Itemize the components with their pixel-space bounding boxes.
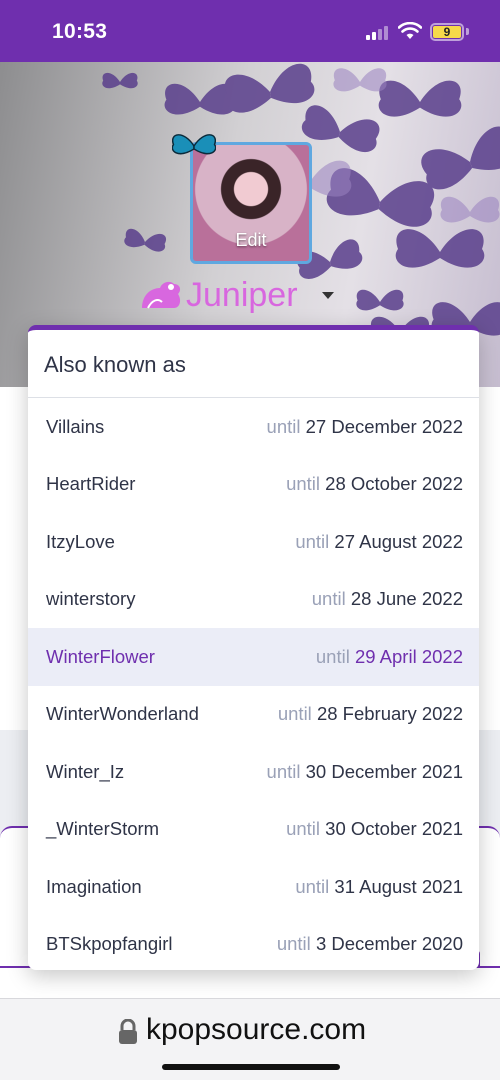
- aka-until-label: until 30 October 2021: [286, 818, 463, 840]
- aka-date: 28 February 2022: [316, 703, 463, 725]
- aka-date: 28 June 2022: [350, 588, 463, 610]
- until-word: until: [315, 645, 350, 667]
- battery-tip: [466, 28, 469, 35]
- aka-until-label: until 31 August 2021: [295, 876, 463, 898]
- battery-icon: 9: [430, 23, 464, 41]
- aka-date: 27 August 2022: [334, 530, 463, 552]
- aka-name: winterstory: [46, 588, 136, 610]
- aka-name: WinterFlower: [46, 645, 155, 667]
- aka-date: 28 October 2022: [325, 473, 463, 495]
- aka-until-label: until 27 August 2022: [295, 531, 463, 553]
- aka-list-item[interactable]: BTSkpopfangirl until 3 December 2020: [28, 916, 479, 971]
- status-time: 10:53: [52, 20, 108, 43]
- home-indicator: [162, 1064, 340, 1070]
- aka-name: WinterWonderland: [46, 703, 199, 725]
- aka-until-label: until 28 October 2022: [286, 473, 463, 495]
- aka-list-item[interactable]: Imagination until 31 August 2021: [28, 858, 479, 916]
- until-word: until: [286, 473, 321, 495]
- also-known-as-dropdown: Also known as Villains until 27 December …: [28, 325, 479, 970]
- aka-name: Imagination: [46, 875, 142, 897]
- until-word: until: [266, 415, 301, 437]
- url-text[interactable]: kpopsource.com: [146, 1013, 366, 1047]
- until-word: until: [295, 530, 330, 552]
- aka-date: 30 December 2021: [305, 760, 463, 782]
- aka-list-item[interactable]: ItzyLove until 27 August 2022: [28, 513, 479, 571]
- aka-list-item[interactable]: Villains until 27 December 2022: [28, 398, 479, 456]
- frog-icon: [142, 281, 181, 309]
- aka-list-item[interactable]: _WinterStorm until 30 October 2021: [28, 801, 479, 859]
- aka-until-label: until 29 April 2022: [316, 646, 463, 668]
- butterfly-decoration-icon: [172, 134, 216, 155]
- aka-until-label: until 28 February 2022: [278, 703, 463, 725]
- aka-until-label: until 27 December 2022: [267, 416, 463, 438]
- aka-until-label: until 30 December 2021: [267, 761, 463, 783]
- profile-username: Juniper: [186, 276, 298, 314]
- until-word: until: [311, 588, 346, 610]
- aka-list-item[interactable]: winterstory until 28 June 2022: [28, 571, 479, 629]
- aka-until-label: until 3 December 2020: [277, 933, 463, 955]
- aka-date: 3 December 2020: [315, 933, 463, 955]
- cellular-signal-icon: [366, 26, 390, 40]
- aka-until-label: until 28 June 2022: [312, 588, 463, 610]
- aka-date: 29 April 2022: [354, 645, 463, 667]
- until-word: until: [286, 818, 321, 840]
- aka-list-item[interactable]: Winter_Iz until 30 December 2021: [28, 743, 479, 801]
- aka-list-item[interactable]: WinterFlower until 29 April 2022: [28, 628, 479, 686]
- aka-date: 30 October 2021: [325, 818, 463, 840]
- dropdown-title: Also known as: [28, 330, 479, 398]
- aka-list-item[interactable]: WinterWonderland until 28 February 2022: [28, 686, 479, 744]
- until-word: until: [295, 875, 330, 897]
- aka-name: Winter_Iz: [46, 760, 125, 782]
- status-bar: 10:53 9: [0, 0, 500, 62]
- battery-level: 9: [433, 26, 461, 38]
- until-word: until: [277, 703, 312, 725]
- wifi-icon: [398, 22, 422, 39]
- aka-name: HeartRider: [46, 473, 136, 495]
- avatar-edit-label[interactable]: Edit: [193, 230, 309, 251]
- aka-name: ItzyLove: [46, 530, 115, 552]
- until-word: until: [266, 760, 301, 782]
- aka-date: 27 December 2022: [305, 415, 463, 437]
- lock-icon: [119, 1019, 137, 1044]
- aka-list-item[interactable]: HeartRider until 28 October 2022: [28, 456, 479, 514]
- until-word: until: [276, 933, 311, 955]
- aka-name: BTSkpopfangirl: [46, 933, 173, 955]
- aka-list: Villains until 27 December 2022 HeartRider…: [28, 398, 479, 970]
- aka-name: _WinterStorm: [46, 818, 160, 840]
- aka-name: Villains: [46, 415, 105, 437]
- caret-down-icon[interactable]: [322, 292, 334, 299]
- aka-date: 31 August 2021: [334, 875, 463, 897]
